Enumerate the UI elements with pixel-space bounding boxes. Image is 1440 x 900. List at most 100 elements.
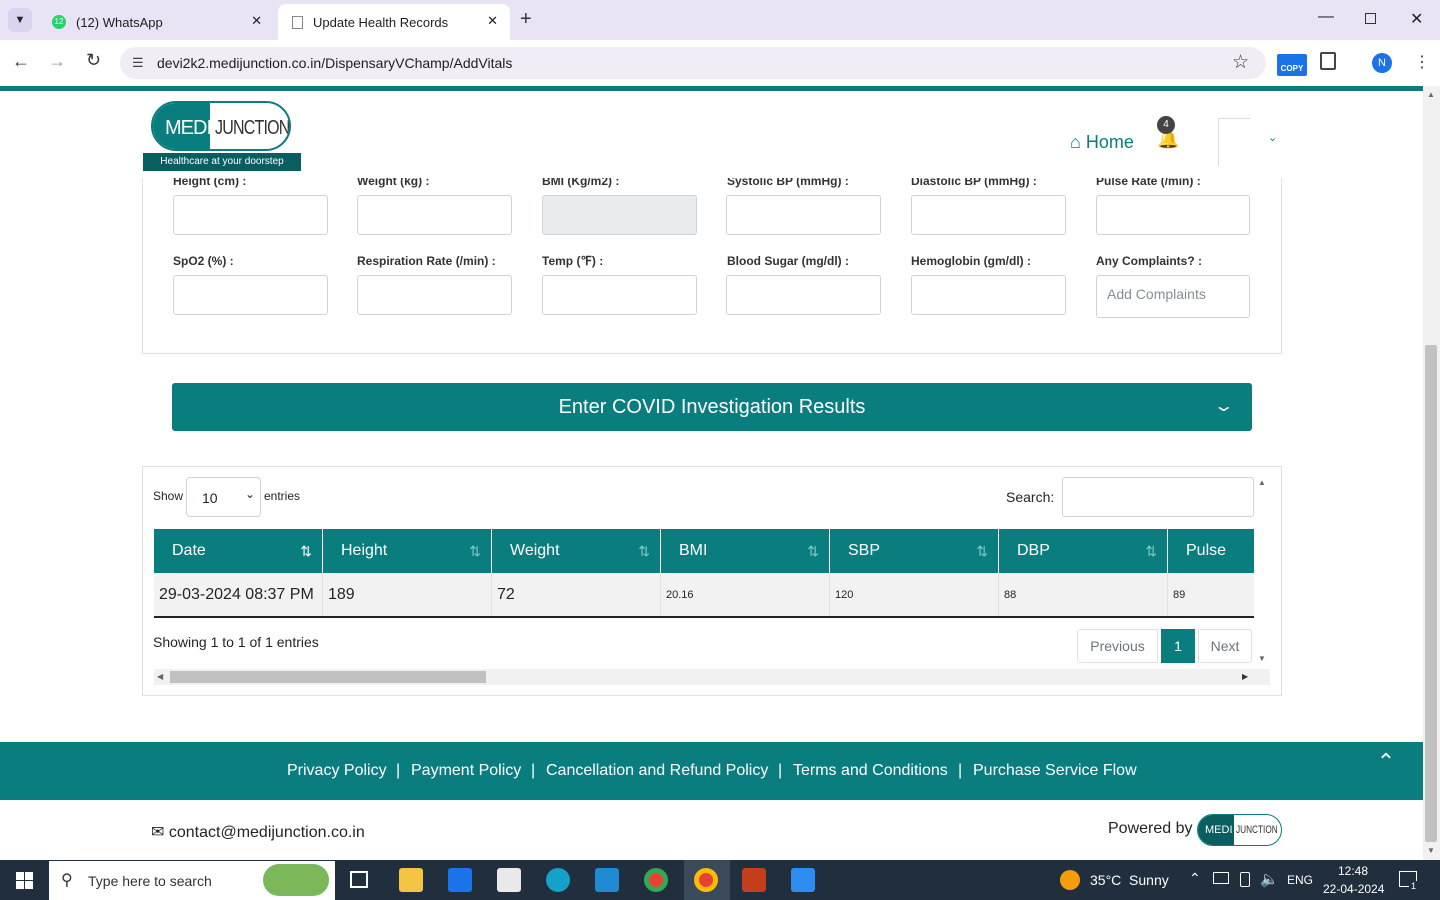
network-icon[interactable] [1213,872,1229,884]
systolic-bp-input[interactable] [726,195,881,235]
windows-start-icon[interactable] [16,872,33,889]
site-info-icon[interactable]: ☰ [132,55,144,71]
tab-whatsapp[interactable]: 12 (12) WhatsApp ✕ [38,4,274,40]
chrome-icon[interactable] [644,868,668,892]
clock-date[interactable]: 22-04-2024 [1323,882,1384,896]
contact-email[interactable]: ✉ contact@medijunction.co.in [151,822,365,842]
hemoglobin-input[interactable] [911,275,1066,315]
privacy-policy-link[interactable]: Privacy Policy [287,762,387,780]
minimize-button[interactable]: — [1318,8,1334,26]
column-header-sbp[interactable]: SBP ⇅ [830,529,999,573]
user-avatar[interactable] [1218,118,1250,166]
task-view-icon[interactable] [350,871,368,888]
previous-page-button[interactable]: Previous [1077,629,1158,663]
table-search-input[interactable] [1062,477,1254,517]
link-separator: | [958,762,963,779]
scroll-to-top-button[interactable]: ⌃ [1364,740,1408,784]
language-indicator[interactable]: ENG [1287,873,1313,887]
chrome-profile-icon[interactable] [694,868,718,892]
terms-conditions-link[interactable]: Terms and Conditions [793,762,948,780]
logo-tagline: Healthcare at your doorstep [143,153,301,171]
profile-avatar[interactable]: N [1372,53,1392,73]
pulse-header-label: Pulse [1186,542,1227,559]
reload-icon[interactable]: ↻ [86,50,101,71]
bookmark-star-icon[interactable]: ☆ [1232,51,1249,74]
address-bar[interactable]: ☰ devi2k2.medijunction.co.in/DispensaryV… [120,47,1266,79]
clock-time[interactable]: 12:48 [1338,864,1368,878]
blood-sugar-input[interactable] [726,275,881,315]
weather-text[interactable]: 35°C Sunny [1090,872,1169,888]
page-1-button[interactable]: 1 [1161,629,1195,663]
respiration-rate-input[interactable] [357,275,512,315]
covid-investigation-accordion[interactable]: Enter COVID Investigation Results ⌄ [172,383,1252,431]
new-tab-button[interactable]: + [520,8,532,31]
forward-icon[interactable]: → [48,51,66,72]
edge-icon[interactable] [546,868,570,892]
table-horizontal-scrollbar[interactable]: ◀ ▶ [154,669,1270,685]
column-header-weight[interactable]: Weight ⇅ [492,529,661,573]
browser-menu-icon[interactable]: ⋮ [1414,52,1430,72]
close-window-button[interactable]: ✕ [1410,9,1423,29]
back-icon[interactable]: ← [12,51,30,72]
cell-height: 189 [323,573,492,616]
cancellation-refund-link[interactable]: Cancellation and Refund Policy [546,762,768,780]
link-separator: | [396,762,401,779]
file-explorer-icon[interactable] [399,868,423,892]
vscode-icon[interactable] [595,868,619,892]
column-header-height[interactable]: Height ⇅ [323,529,492,573]
taskbar-search-box[interactable]: ⚲ Type here to search [49,861,335,900]
next-page-button[interactable]: Next [1198,629,1252,663]
sort-icon: ⇅ [469,543,481,559]
close-icon[interactable]: ✕ [487,13,498,29]
tab-list-dropdown-icon[interactable]: ▼ [8,8,32,32]
weather-sun-icon[interactable] [1060,870,1080,890]
tab-label: Update Health Records [313,14,449,30]
temp-input[interactable] [542,275,697,315]
battery-icon[interactable] [1240,872,1250,887]
page-scroll-thumb[interactable] [1425,345,1437,842]
column-header-bmi[interactable]: BMI ⇅ [661,529,830,573]
complaints-label: Any Complaints? : [1096,254,1203,268]
table-vertical-scrollbar[interactable]: ▲ ▼ [1256,478,1270,668]
column-header-date[interactable]: Date ⇅ [154,529,323,573]
sort-icon: ⇅ [638,543,650,559]
sort-desc-icon: ⇅ [300,543,312,559]
spo2-input[interactable] [173,275,328,315]
home-link[interactable]: ⌂ Home [1070,132,1134,153]
horizontal-scroll-thumb[interactable] [170,671,486,683]
scroll-up-arrow-icon[interactable]: ▲ [1258,478,1266,487]
close-icon[interactable]: ✕ [251,13,262,29]
column-header-dbp[interactable]: DBP ⇅ [999,529,1168,573]
chevron-down-icon[interactable]: ⌄ [1268,131,1277,144]
purchase-service-flow-link[interactable]: Purchase Service Flow [973,762,1137,780]
tab-update-health-records[interactable]: Update Health Records ✕ [278,4,510,40]
page-content: Height (cm) : Weight (kg) : BMI (Kg/m2) … [0,86,1423,860]
extensions-icon[interactable] [1320,52,1336,70]
maximize-button[interactable] [1365,13,1376,24]
scroll-left-arrow-icon[interactable]: ◀ [157,672,163,681]
diastolic-bp-input[interactable] [911,195,1066,235]
powered-by-logo[interactable]: MEDI JUNCTION [1197,814,1282,846]
store-icon[interactable] [497,868,521,892]
payment-policy-link[interactable]: Payment Policy [411,762,521,780]
powerpoint-icon[interactable] [742,868,766,892]
photos-icon[interactable] [791,868,815,892]
scroll-down-arrow-icon[interactable]: ▼ [1427,846,1435,855]
volume-icon[interactable]: 🔈 [1260,870,1279,888]
scroll-up-arrow-icon[interactable]: ▲ [1427,90,1435,99]
chevron-up-icon[interactable]: ⌃ [1189,870,1201,887]
height-input[interactable] [173,195,328,235]
column-header-pulse[interactable]: Pulse [1168,529,1254,573]
copy-extension-icon[interactable]: COPY [1277,54,1307,76]
complaints-textarea[interactable]: Add Complaints [1096,275,1250,318]
medijunction-logo[interactable]: MEDI JUNCTION Healthcare at your doorste… [143,101,301,171]
site-footer: Privacy Policy | Payment Policy | Cancel… [0,742,1423,800]
scroll-right-arrow-icon[interactable]: ▶ [1242,672,1248,681]
scroll-down-arrow-icon[interactable]: ▼ [1258,654,1266,663]
sort-icon: ⇅ [807,543,819,559]
weight-input[interactable] [357,195,512,235]
bmi-header-label: BMI [679,542,708,559]
page-size-select[interactable]: 10 ⌄ [186,477,261,517]
pulse-rate-input[interactable] [1096,195,1250,235]
mail-icon[interactable] [448,868,472,892]
